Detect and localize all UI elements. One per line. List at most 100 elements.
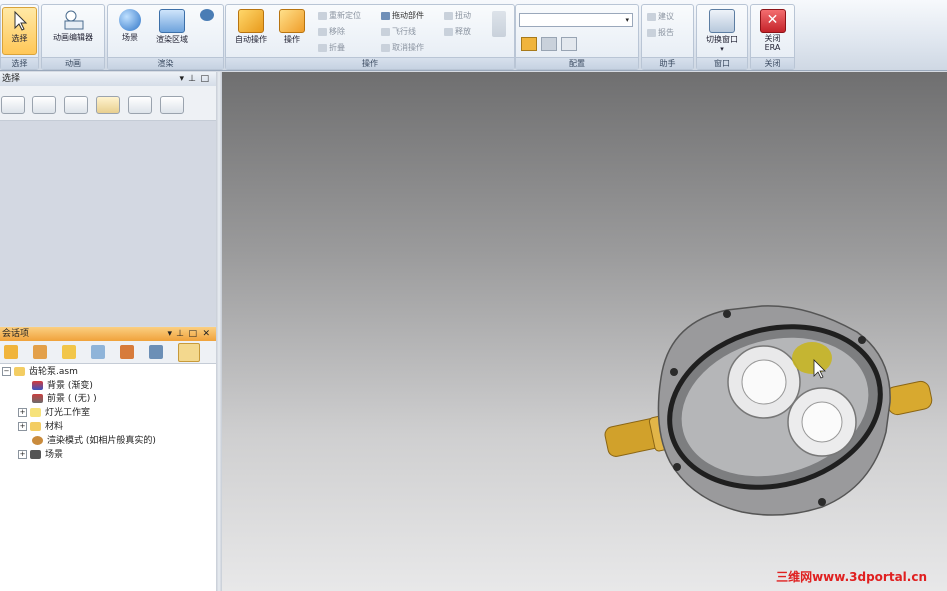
- operate-extra-icon[interactable]: [492, 11, 506, 37]
- drag-part-icon: [381, 11, 390, 20]
- group-render: 场景 渲染区域 渲染: [107, 4, 224, 70]
- toolbar-material-icon[interactable]: [91, 345, 105, 359]
- drive-gear: [727, 345, 801, 419]
- highlighted-gear-tooth: [792, 342, 832, 374]
- group-assistant: 建议 报告 助手: [641, 4, 694, 70]
- pane-menu-icon[interactable]: ▾: [179, 72, 184, 86]
- report-icon: [647, 28, 656, 37]
- select-button[interactable]: 选择: [2, 7, 37, 55]
- report-label: 报告: [658, 28, 674, 37]
- animation-editor-icon: [61, 9, 85, 31]
- operate-icon: [279, 9, 305, 33]
- expand-icon[interactable]: +: [18, 422, 27, 431]
- group-operate-label: 操作: [226, 57, 514, 69]
- render-region-button[interactable]: 渲染区域: [150, 7, 194, 45]
- cancel-operate-button[interactable]: 取消操作: [381, 42, 424, 53]
- viewport-3d[interactable]: 三维网www.3dportal.cn: [222, 72, 947, 591]
- toolbar-tree-icon[interactable]: [33, 345, 47, 359]
- expand-icon[interactable]: +: [18, 450, 27, 459]
- reposition-button[interactable]: 重新定位: [318, 10, 361, 21]
- render-settings-icon[interactable]: [200, 9, 214, 21]
- select-part-button[interactable]: [1, 96, 25, 114]
- scene-button[interactable]: 场景: [112, 7, 148, 43]
- config-add-icon[interactable]: [521, 37, 537, 51]
- close-era-button[interactable]: ✕ 关闭 ERA: [754, 7, 791, 52]
- fly-line-button[interactable]: 飞行线: [381, 26, 416, 37]
- tree-item-background[interactable]: 背景 (渐变): [32, 380, 93, 393]
- select-options-button[interactable]: [160, 96, 184, 114]
- drag-part-button[interactable]: 拖动部件: [381, 10, 424, 21]
- fly-line-icon: [381, 27, 390, 36]
- maximize-icon[interactable]: □: [188, 327, 197, 341]
- tree-label-root: 齿轮泵.asm: [29, 367, 78, 377]
- ribbon: 选择 选择 动画编辑器 动画 场景 渲染区域 渲染 自动操作 操作 重新定位 移…: [0, 0, 947, 71]
- explode-label: 扭动: [455, 11, 471, 20]
- group-config-label: 配置: [516, 57, 638, 69]
- tree-label-light: 灯光工作室: [45, 408, 91, 418]
- folder-icon: [14, 367, 25, 376]
- pin-icon[interactable]: ⊥: [176, 327, 184, 341]
- fold-button[interactable]: 折叠: [318, 42, 345, 53]
- config-dropdown[interactable]: ▾: [519, 13, 633, 27]
- maximize-icon[interactable]: □: [200, 72, 209, 86]
- explode-icon: [444, 11, 453, 20]
- toolbar-scene-icon[interactable]: [120, 345, 134, 359]
- select-tool-button[interactable]: [96, 96, 120, 114]
- driven-gear: [787, 387, 857, 457]
- tree-label-scene: 场景: [45, 450, 64, 460]
- tree-item-foreground[interactable]: 前景 ( (无) ): [32, 393, 97, 406]
- operate-button[interactable]: 操作: [274, 7, 310, 45]
- move-button[interactable]: 移除: [318, 26, 345, 37]
- group-close: ✕ 关闭 ERA 关闭: [750, 4, 795, 70]
- switch-window-button[interactable]: 切换窗口 ▾: [699, 7, 745, 53]
- collapse-icon[interactable]: −: [2, 367, 11, 376]
- select-box-button[interactable]: [32, 96, 56, 114]
- close-icon: ✕: [759, 9, 786, 33]
- release-button[interactable]: 释放: [444, 26, 471, 37]
- light-icon: [30, 408, 41, 417]
- close-icon[interactable]: ✕: [202, 327, 210, 341]
- build-icon: [647, 12, 656, 21]
- tree-label-render-mode: 渲染模式 (如相片般真实的): [47, 436, 156, 446]
- auto-operate-button[interactable]: 自动操作: [229, 7, 273, 45]
- select-group-button[interactable]: [128, 96, 152, 114]
- expand-icon[interactable]: +: [18, 408, 27, 417]
- config-view-icon[interactable]: [541, 37, 557, 51]
- folder-icon: [30, 422, 41, 431]
- session-pane-header: 会话项 ▾ ⊥ □ ✕: [0, 327, 216, 341]
- config-frame-icon[interactable]: [561, 37, 577, 51]
- chevron-down-icon: ▾: [625, 16, 629, 24]
- background-icon: [32, 381, 43, 390]
- move-icon: [318, 27, 327, 36]
- report-button[interactable]: 报告: [647, 27, 674, 38]
- reposition-icon: [318, 11, 327, 20]
- cancel-operate-icon: [381, 43, 390, 52]
- tree-item-render-mode[interactable]: 渲染模式 (如相片般真实的): [32, 435, 156, 448]
- pane-menu-icon[interactable]: ▾: [167, 327, 172, 341]
- gear-pump-model[interactable]: [222, 72, 947, 591]
- select-filter-button[interactable]: [64, 96, 88, 114]
- outlet-fitting: [885, 380, 933, 416]
- close-era-label: 关闭 ERA: [764, 34, 781, 52]
- tree-item-scene[interactable]: + 场景: [18, 449, 63, 462]
- toolbar-render-icon[interactable]: [149, 345, 163, 359]
- toolbar-light-icon[interactable]: [62, 345, 76, 359]
- pin-icon[interactable]: ⊥: [188, 72, 196, 86]
- tree-item-root[interactable]: − 齿轮泵.asm: [2, 366, 78, 379]
- group-select: 选择 选择: [0, 4, 39, 70]
- select-pane-title: 选择: [2, 74, 21, 84]
- group-window: 切换窗口 ▾ 窗口: [696, 4, 748, 70]
- toolbar-add-icon[interactable]: [4, 345, 18, 359]
- tree-item-materials[interactable]: + 材料: [18, 421, 63, 434]
- foreground-icon: [32, 394, 43, 403]
- select-button-label: 选择: [11, 34, 28, 43]
- tree-item-light[interactable]: + 灯光工作室: [18, 407, 90, 420]
- auto-operate-label: 自动操作: [235, 35, 267, 44]
- build-button[interactable]: 建议: [647, 11, 674, 22]
- cancel-operate-label: 取消操作: [392, 43, 424, 52]
- group-render-label: 渲染: [108, 57, 223, 69]
- explode-button[interactable]: 扭动: [444, 10, 471, 21]
- group-select-label: 选择: [1, 57, 38, 69]
- animation-editor-button[interactable]: 动画编辑器: [45, 7, 101, 43]
- toolbar-settings-icon[interactable]: [178, 343, 200, 362]
